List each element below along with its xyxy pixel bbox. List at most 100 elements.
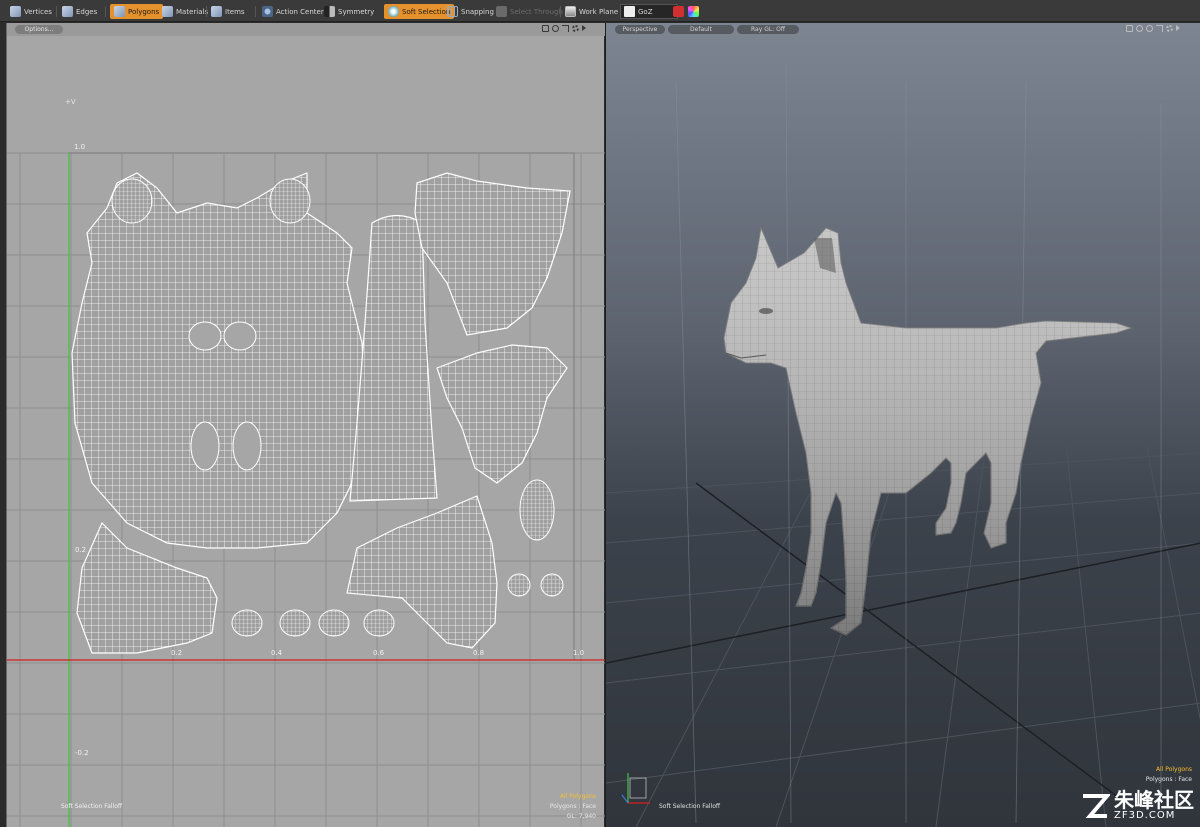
tail-uv-shell	[349, 214, 438, 502]
gear-icon[interactable]	[572, 25, 579, 32]
status-mode: Polygons : Face	[1145, 776, 1192, 783]
symmetry-button[interactable]: Symmetry	[324, 4, 374, 19]
toolbar-divider	[206, 6, 207, 17]
toolbar-divider	[56, 6, 57, 17]
paw-uv-shell	[318, 609, 350, 637]
uv-canvas[interactable]	[7, 23, 605, 827]
vertices-mode-button[interactable]: Vertices	[10, 4, 52, 19]
perspective-viewport[interactable]: Perspective Default Ray GL: Off Soft Sel…	[605, 23, 1200, 827]
goz-icon	[624, 6, 635, 17]
snapping-icon	[447, 6, 458, 17]
soft-selection-icon	[388, 6, 399, 17]
color-wheel-icon	[688, 6, 699, 17]
uv-viewport-header: Options...	[7, 23, 605, 36]
status-gl-count: GL: 7,940	[566, 813, 596, 820]
color-picker-button[interactable]	[688, 4, 702, 19]
grid-line	[606, 702, 1200, 784]
arrow-right-icon[interactable]	[1176, 25, 1180, 31]
floor-grid	[606, 442, 1200, 827]
zoom-icon[interactable]	[552, 25, 559, 32]
cube-icon	[10, 6, 21, 17]
eyeball-uv-shell	[540, 573, 564, 597]
tick-label-bottom-4: 0.8	[473, 649, 485, 657]
cube-icon	[211, 6, 222, 17]
paw-uv-shell	[279, 609, 311, 637]
select-through-icon	[496, 6, 507, 17]
arrow-right-icon[interactable]	[582, 25, 586, 31]
paw-uv-shell	[363, 609, 395, 637]
ear-uv-shell	[111, 178, 153, 224]
work-plane-button[interactable]: Work Plane	[565, 4, 618, 19]
tick-label-left-mid: 0.2	[75, 546, 87, 554]
pan-icon[interactable]	[1126, 25, 1133, 32]
cube-icon	[62, 6, 73, 17]
cube-icon	[162, 6, 173, 17]
ray-gl-dropdown[interactable]: Ray GL: Off	[737, 25, 799, 34]
polygons-mode-button[interactable]: Polygons	[110, 4, 164, 19]
perspective-canvas[interactable]	[606, 23, 1200, 827]
soft-selection-toggle[interactable]: Soft Selection	[384, 4, 455, 19]
uv-shell-hole	[190, 421, 220, 471]
guide-line	[785, 62, 792, 824]
tick-label-bottom-2: 0.4	[271, 649, 283, 657]
toolbar-divider	[560, 6, 561, 17]
tick-label-top: 1.0	[74, 143, 86, 151]
items-mode-button[interactable]: Items	[211, 4, 245, 19]
watermark-text: 朱峰社区	[1114, 788, 1194, 812]
camera-dropdown[interactable]: Perspective	[615, 25, 665, 34]
grid-line	[1065, 442, 1107, 827]
tick-label-bottom-3: 0.6	[373, 649, 385, 657]
zoom-icon[interactable]	[1146, 25, 1153, 32]
grid-line	[606, 492, 1200, 544]
maximize-icon[interactable]	[562, 25, 569, 32]
tick-label-bottom-5: 1.0	[573, 649, 585, 657]
action-center-icon	[262, 6, 273, 17]
modo-app-window: Vertices Edges Polygons Materials Items …	[0, 0, 1200, 827]
action-center-button[interactable]: Action Center	[262, 4, 324, 19]
grid-line	[635, 442, 837, 827]
pan-icon[interactable]	[542, 25, 549, 32]
head-uv-shell	[414, 172, 571, 336]
shading-dropdown[interactable]: Default	[668, 25, 734, 34]
cube-icon	[114, 6, 125, 17]
status-selection: All Polygons	[1155, 766, 1192, 773]
world-axis-line	[606, 542, 1200, 664]
perspective-viewport-header: Perspective Default Ray GL: Off	[606, 23, 1200, 36]
mode-toolbar: Vertices Edges Polygons Materials Items …	[0, 0, 1200, 22]
select-through-button[interactable]: Select Through	[496, 4, 563, 19]
chest-uv-shell	[436, 344, 568, 484]
work-plane-icon	[565, 6, 576, 17]
grid-line	[1145, 442, 1200, 721]
maximize-icon[interactable]	[1156, 25, 1163, 32]
gear-icon[interactable]	[1166, 25, 1173, 32]
rotate-icon[interactable]	[1136, 25, 1143, 32]
uv-view-controls	[542, 25, 586, 32]
world-axis-line	[695, 482, 1127, 804]
uv-editor-viewport[interactable]: Options... +V 1.0 0.2 -0.2 0.2 0.4 0.6 0…	[6, 23, 605, 827]
toolbar-divider	[105, 6, 106, 17]
soft-selection-falloff-label: Soft Selection Falloff	[659, 803, 721, 810]
eyeball-uv-shell	[507, 573, 531, 597]
uv-shell-hole	[232, 421, 262, 471]
options-button[interactable]: Options...	[15, 25, 63, 34]
guide-line	[675, 82, 697, 824]
grid-line	[606, 612, 1200, 684]
body-uv-shell	[71, 172, 368, 549]
perspective-view-controls	[1126, 25, 1180, 32]
zf3d-logo-icon	[1083, 793, 1110, 818]
materials-mode-button[interactable]: Materials	[162, 4, 208, 19]
tick-label-left-neg: -0.2	[75, 749, 89, 757]
snapping-button[interactable]: Snapping	[447, 4, 494, 19]
ear-uv-shell	[269, 178, 311, 224]
camera-frame-icon	[629, 777, 647, 799]
uv-shell-hole	[223, 321, 257, 351]
uv-shell-hole	[188, 321, 222, 351]
add-plugin-button[interactable]	[673, 4, 687, 19]
tick-label-bottom-1: 0.2	[171, 649, 183, 657]
plus-icon	[673, 6, 684, 17]
z-axis-gizmo	[621, 794, 629, 804]
v-axis-label: +V	[65, 98, 76, 106]
goz-button[interactable]: GoZ	[620, 4, 678, 19]
edges-mode-button[interactable]: Edges	[62, 4, 97, 19]
watermark-text-group: 朱峰社区 ZF3D.COM	[1114, 790, 1194, 821]
